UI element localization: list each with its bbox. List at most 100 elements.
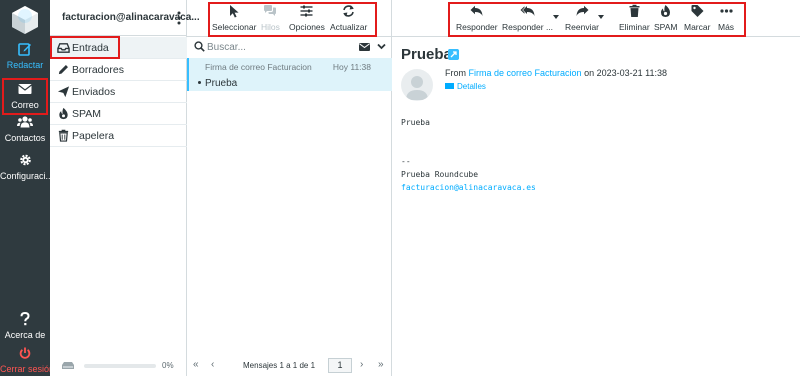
first-page-button[interactable]: « [193,359,199,370]
message-datetime: on 2023-03-21 11:38 [584,68,667,78]
logout-label: Cerrar sesión [0,364,55,374]
folder-label: Borradores [72,64,124,76]
search-bar [187,38,392,57]
inbox-icon [57,43,70,53]
message-count: Mensajes 1 a 1 de 1 [243,361,316,370]
message-header-line: From Firma de correo Facturacion on 2023… [445,68,667,78]
more-label: Más [718,22,735,32]
message-title: Prueba [401,46,452,63]
power-icon [19,347,31,359]
folder-item-drafts[interactable]: Borradores [50,59,187,81]
folder-item-sent[interactable]: Enviados [50,81,187,103]
gear-icon [19,154,31,166]
sender-link[interactable]: Firma de correo Facturacion [469,68,582,78]
folder-item-trash[interactable]: Papelera [50,125,187,147]
folder-panel: facturacion@alinacaravaca... Entrada Bor… [50,0,200,376]
select-label: Seleccionar [212,22,257,32]
reply-all-button[interactable]: Responder ... [502,3,553,32]
question-icon [20,311,30,326]
spam-label: SPAM [654,22,678,32]
logout-button[interactable]: Cerrar sesión [0,345,55,374]
search-icon [194,41,205,52]
trash-icon [629,4,640,17]
about-label: Acerca de [4,330,46,340]
quota-indicator: 0% [50,355,187,376]
tag-icon [691,5,704,17]
roundcube-logo[interactable] [9,4,41,36]
refresh-icon [343,5,354,17]
quota-bar [84,364,156,368]
spam-button[interactable]: SPAM [654,3,677,32]
threads-label: Hilos [261,22,280,32]
list-pagination: « ‹ Mensajes 1 a 1 de 1 1 › » [187,356,392,376]
contacts-button[interactable]: Contactos [0,114,50,143]
folder-label: Enviados [72,86,116,98]
prev-page-button[interactable]: ‹ [211,359,214,370]
more-button[interactable]: Más [718,3,734,32]
next-page-button[interactable]: › [360,359,363,370]
drive-icon [62,362,74,369]
folder-label: SPAM [72,108,101,120]
message-subject: Prueba [205,78,238,89]
cursor-icon [229,5,239,18]
message-toolbar: Responder Responder ... Reenviar Elimina… [392,0,800,37]
app-rail: Redactar Correo Contactos Configuraci... [0,0,55,376]
mail-label: Correo [11,100,39,110]
delete-button[interactable]: Eliminar [619,3,650,32]
mark-button[interactable]: Marcar [684,3,710,32]
envelope-icon [445,83,454,89]
forward-button[interactable]: Reenviar [565,3,599,32]
compose-icon [18,43,31,56]
open-external-icon[interactable] [448,49,459,60]
message-list-panel: Seleccionar Hilos Opciones Actualizar Bu… [187,0,392,376]
forward-caret-icon[interactable] [598,15,604,19]
reply-all-icon [520,6,535,16]
account-header: facturacion@alinacaravaca... [50,0,200,36]
options-button[interactable]: Opciones [289,3,325,32]
message-from: Firma de correo Facturacion [205,62,312,72]
mail-button[interactable]: Correo [0,78,50,115]
refresh-button[interactable]: Actualizar [330,3,367,32]
pencil-icon [58,65,68,75]
message-body: Prueba -- Prueba Roundcube facturacion@a… [401,116,536,194]
refresh-label: Actualizar [330,22,368,32]
sender-avatar [401,69,433,101]
search-input[interactable] [207,40,352,55]
last-page-button[interactable]: » [378,359,384,370]
settings-button[interactable]: Configuraci... [0,152,53,181]
kebab-menu-icon[interactable] [177,11,181,25]
options-label: Opciones [289,22,325,32]
envelope-filter-icon[interactable] [359,43,370,51]
message-row[interactable]: Firma de correo Facturacion Hoy 11:38 Pr… [187,58,392,91]
body-text: Prueba [401,118,430,127]
folder-item-spam[interactable]: SPAM [50,103,187,125]
compose-label: Redactar [6,60,44,70]
folder-item-inbox[interactable]: Entrada [50,37,187,59]
select-button[interactable]: Seleccionar [212,3,256,32]
unread-dot [198,81,201,84]
signature-email-link[interactable]: facturacion@alinacaravaca.es [401,183,536,192]
signature-name: Prueba Roundcube [401,170,479,179]
fire-icon [59,107,68,120]
about-button[interactable]: Acerca de [0,311,50,340]
threads-button[interactable]: Hilos [261,3,280,32]
signature-separator: -- [401,157,411,166]
reply-all-caret-icon[interactable] [553,15,559,19]
folder-label: Entrada [72,42,109,54]
quota-percent: 0% [162,361,174,370]
reply-button[interactable]: Responder [456,3,498,32]
reply-all-label: Responder ... [502,22,554,32]
message-date: Hoy 11:38 [332,62,371,72]
message-preview-panel: Responder Responder ... Reenviar Elimina… [392,0,800,376]
details-link[interactable]: Detalles [445,82,486,91]
contacts-label: Contactos [4,133,46,143]
forward-icon [576,5,589,16]
page-number-input[interactable]: 1 [328,358,352,373]
paper-plane-icon [57,86,70,98]
delete-label: Eliminar [619,22,650,32]
compose-button[interactable]: Redactar [0,41,50,70]
sliders-icon [300,5,313,17]
from-prefix: From [445,68,466,78]
chevron-down-icon[interactable] [377,43,386,50]
reply-icon [470,5,483,16]
